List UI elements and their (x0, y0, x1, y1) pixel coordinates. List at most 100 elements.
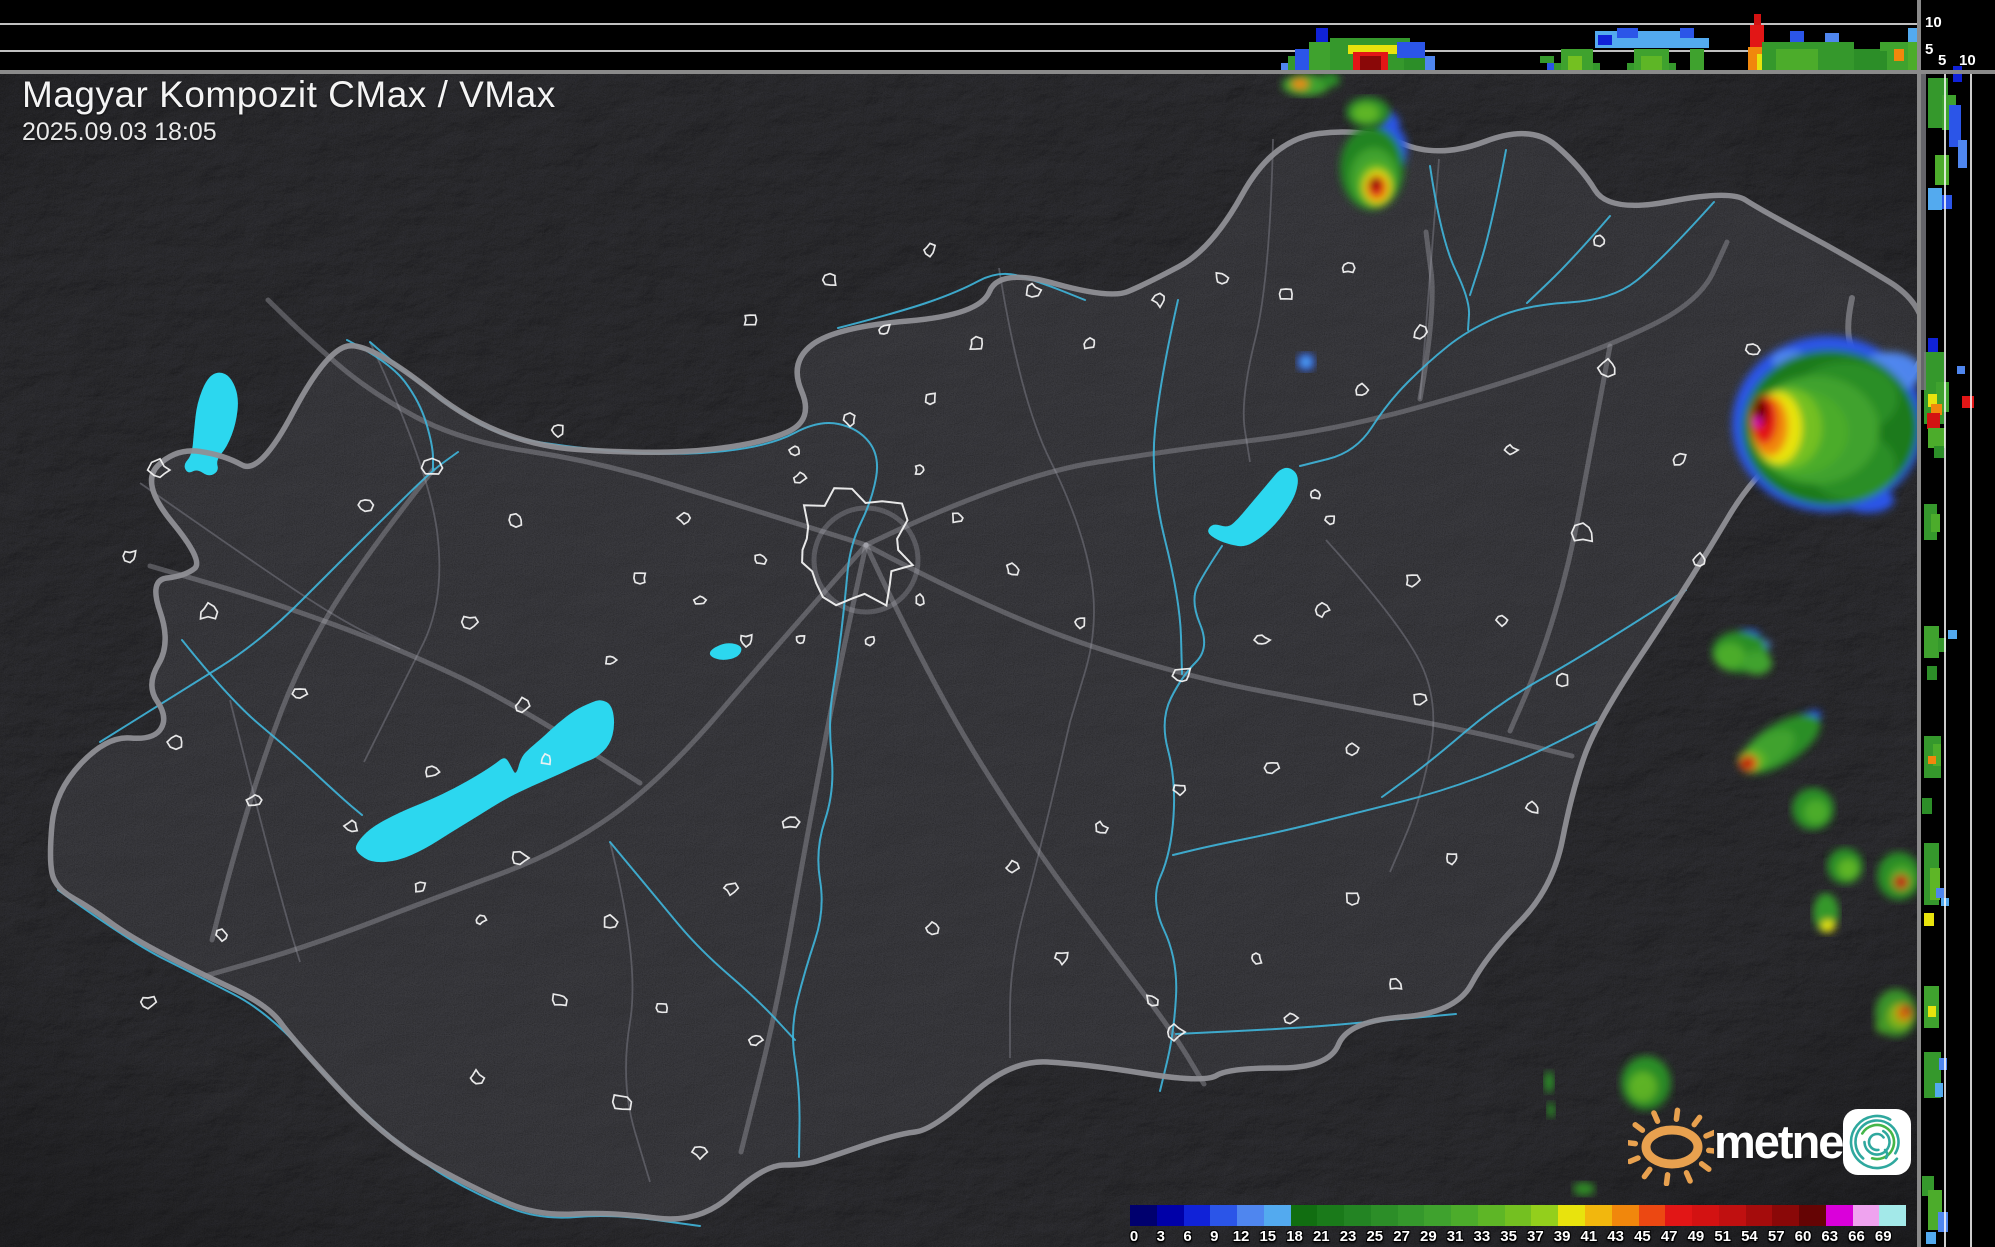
strip-echo-block (1942, 195, 1952, 209)
colorbar-tick-35: 35 (1500, 1228, 1517, 1245)
vertical-divider (1917, 0, 1921, 1247)
colorbar-tick-60: 60 (1794, 1228, 1812, 1245)
strip-echo-block (1927, 413, 1940, 429)
colorbar-cell-27 (1397, 1205, 1425, 1226)
top-axis-10km-label: 10 (1925, 14, 1942, 31)
colorbar-tick-27: 27 (1393, 1228, 1410, 1245)
colorbar-cell-23 (1344, 1205, 1371, 1226)
colorbar-tick-23: 23 (1339, 1228, 1357, 1245)
top-axis-5km-label: 5 (1925, 41, 1934, 58)
strip-echo-block (1935, 155, 1949, 185)
strip-echo-block (1924, 626, 1939, 658)
colorbar-cell-25 (1370, 1205, 1398, 1226)
colorbar-tick-57: 57 (1767, 1228, 1785, 1245)
strip-echo-block (1926, 1232, 1936, 1244)
colorbar-tick-31: 31 (1446, 1228, 1464, 1245)
colorbar-tick-54: 54 (1741, 1228, 1758, 1245)
colorbar-cell-57 (1772, 1205, 1800, 1226)
strip-echo-block (1425, 56, 1435, 70)
strip-echo-block (1568, 56, 1582, 70)
colorbar-tick-37: 37 (1527, 1228, 1544, 1245)
strip-echo-block (1928, 188, 1942, 210)
strip-echo-block (1922, 798, 1932, 814)
colorbar-tick-33: 33 (1473, 1228, 1491, 1245)
colorbar-tick-63: 63 (1821, 1228, 1839, 1245)
strip-echo-block (1397, 42, 1425, 58)
colorbar-cell-43 (1611, 1205, 1639, 1226)
colorbar-tick-41: 41 (1580, 1228, 1598, 1245)
colorbar-tick-43: 43 (1607, 1228, 1624, 1245)
colorbar-tick-3: 3 (1156, 1228, 1165, 1245)
colorbar-cell-31 (1451, 1205, 1478, 1226)
strip-echo-block (1680, 28, 1694, 38)
strip-echo-block (1776, 49, 1818, 70)
colorbar-cell-66 (1852, 1205, 1880, 1226)
colorbar-tick-21: 21 (1312, 1228, 1330, 1245)
colorbar-tick-25: 25 (1366, 1228, 1384, 1245)
strip-echo-block (1939, 1058, 1947, 1070)
metnet-logo[interactable]: metnet (1628, 1098, 1920, 1186)
colorbar-cell-12 (1237, 1205, 1264, 1226)
metnet-wordmark: metnet (1714, 1115, 1858, 1168)
dbz-colorbar: 0 3 6 9 12 15 18 21 23 25 27 29 31 33 35 37 39 41 43 45 47 49… (1129, 1205, 1907, 1245)
strip-echo-block (1540, 56, 1554, 63)
timestamp: 2025.09.03 18:05 (22, 118, 217, 146)
colorbar-cell-39 (1558, 1205, 1586, 1226)
colorbar-tick-49: 49 (1687, 1228, 1705, 1245)
colorbar-cell-35 (1504, 1205, 1532, 1226)
strip-echo-block (1962, 396, 1974, 408)
strip-echo-block (1931, 514, 1940, 532)
page-title: Magyar Kompozit CMax / VMax (22, 74, 556, 115)
colorbar-cell-18 (1290, 1205, 1318, 1226)
strip-echo-block (1935, 1083, 1943, 1097)
strip-echo-block (1957, 366, 1965, 374)
colorbar-tick-15: 15 (1259, 1228, 1277, 1245)
colorbar-tick-66: 66 (1848, 1228, 1865, 1245)
colorbar-tick-0: 0 (1129, 1228, 1139, 1245)
colorbar-cell-9 (1210, 1205, 1238, 1226)
strip-echo-block (1754, 14, 1761, 25)
strip-echo-block (1617, 28, 1638, 38)
strip-echo-block (1641, 56, 1662, 70)
right-axis-5km-label: 5 (1938, 52, 1947, 69)
radar-composite-page: 10 5 5 10 Magyar Kompozit CMax / VMax 2025.… (0, 0, 1995, 1247)
strip-echo-block (1948, 630, 1957, 639)
corner-bg (1921, 0, 1995, 70)
colorbar-tick-39: 39 (1553, 1228, 1571, 1245)
strip-echo-block (1928, 756, 1936, 764)
strip-echo-block (1936, 888, 1944, 898)
colorbar-cells (1130, 1205, 1907, 1226)
strip-echo-block (1825, 33, 1839, 42)
right-axis-10km-label: 10 (1959, 52, 1976, 69)
strip-echo-block (1750, 25, 1764, 47)
strip-echo-block (1928, 1006, 1936, 1017)
colorbar-cell-37 (1531, 1205, 1559, 1226)
strip-echo-block (1938, 1212, 1948, 1232)
strip-echo-block (1924, 913, 1934, 926)
strip-echo-block (1894, 49, 1904, 61)
colorbar-cell-45 (1638, 1205, 1666, 1226)
strip-echo-block (1958, 140, 1967, 168)
right-strip-edge-bar (1921, 74, 1926, 390)
strip-echo-block (1927, 666, 1937, 680)
colorbar-cell-51 (1718, 1205, 1746, 1226)
strip-echo-block (1316, 28, 1328, 42)
strip-echo-block (1598, 35, 1612, 45)
strip-echo-block (1908, 28, 1917, 42)
colorbar-tick-29: 29 (1420, 1228, 1437, 1245)
colorbar-cell-21 (1317, 1205, 1345, 1226)
colorbar-cell-3 (1156, 1205, 1184, 1226)
colorbar-cell-47 (1665, 1205, 1693, 1226)
metnet-app-icon[interactable] (1842, 1108, 1912, 1176)
strip-echo-block (1928, 428, 1945, 448)
sun-icon (1628, 1107, 1714, 1186)
strip-echo-block (1908, 42, 1917, 70)
colorbar-cell-0 (1130, 1205, 1157, 1226)
colorbar-tick-69: 69 (1874, 1228, 1892, 1245)
strip-echo-block (1404, 58, 1425, 70)
colorbar-cell-15 (1263, 1205, 1291, 1226)
colorbar-cell-69 (1879, 1205, 1907, 1226)
strip-echo-block (1928, 338, 1938, 354)
colorbar-cell-41 (1585, 1205, 1612, 1226)
colorbar-cell-6 (1183, 1205, 1211, 1226)
